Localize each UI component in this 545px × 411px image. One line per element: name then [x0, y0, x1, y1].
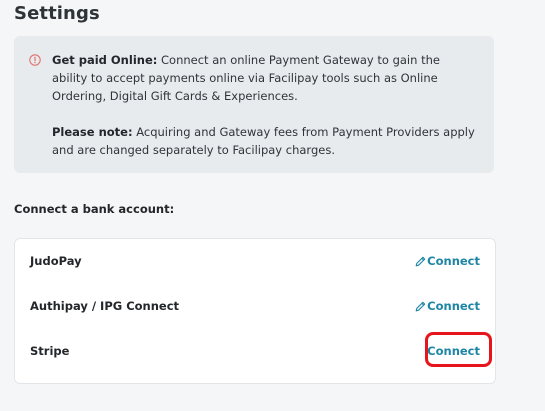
- provider-row-judopay: JudoPay Connect: [15, 252, 495, 272]
- notice-paragraph-get-paid: Get paid Online: Connect an online Payme…: [52, 51, 478, 105]
- payment-gateway-notice: Get paid Online: Connect an online Payme…: [14, 36, 494, 173]
- provider-name: Authipay / IPG Connect: [30, 299, 180, 313]
- notice-please-note-heading: Please note:: [52, 125, 133, 139]
- alert-circle-icon: [29, 54, 41, 66]
- page-title: Settings: [14, 3, 100, 24]
- provider-name: Stripe: [30, 344, 70, 358]
- pencil-icon[interactable]: [414, 255, 427, 268]
- settings-page: Settings Get paid Online: Connect an onl…: [0, 0, 545, 411]
- notice-paragraph-please-note: Please note: Acquiring and Gateway fees …: [52, 123, 478, 159]
- notice-get-paid-heading: Get paid Online:: [52, 53, 158, 67]
- connect-authipay-button[interactable]: Connect: [427, 299, 480, 313]
- provider-name: JudoPay: [30, 254, 82, 268]
- stripe-connect-highlight: [425, 332, 492, 367]
- bank-account-section-label: Connect a bank account:: [14, 202, 175, 216]
- pencil-icon[interactable]: [414, 300, 427, 313]
- provider-row-stripe: Stripe Connect: [15, 342, 495, 362]
- provider-row-authipay: Authipay / IPG Connect Connect: [15, 297, 495, 317]
- connect-judopay-button[interactable]: Connect: [427, 254, 480, 268]
- bank-provider-list: JudoPay Connect Authipay / IPG Connect C…: [14, 238, 496, 384]
